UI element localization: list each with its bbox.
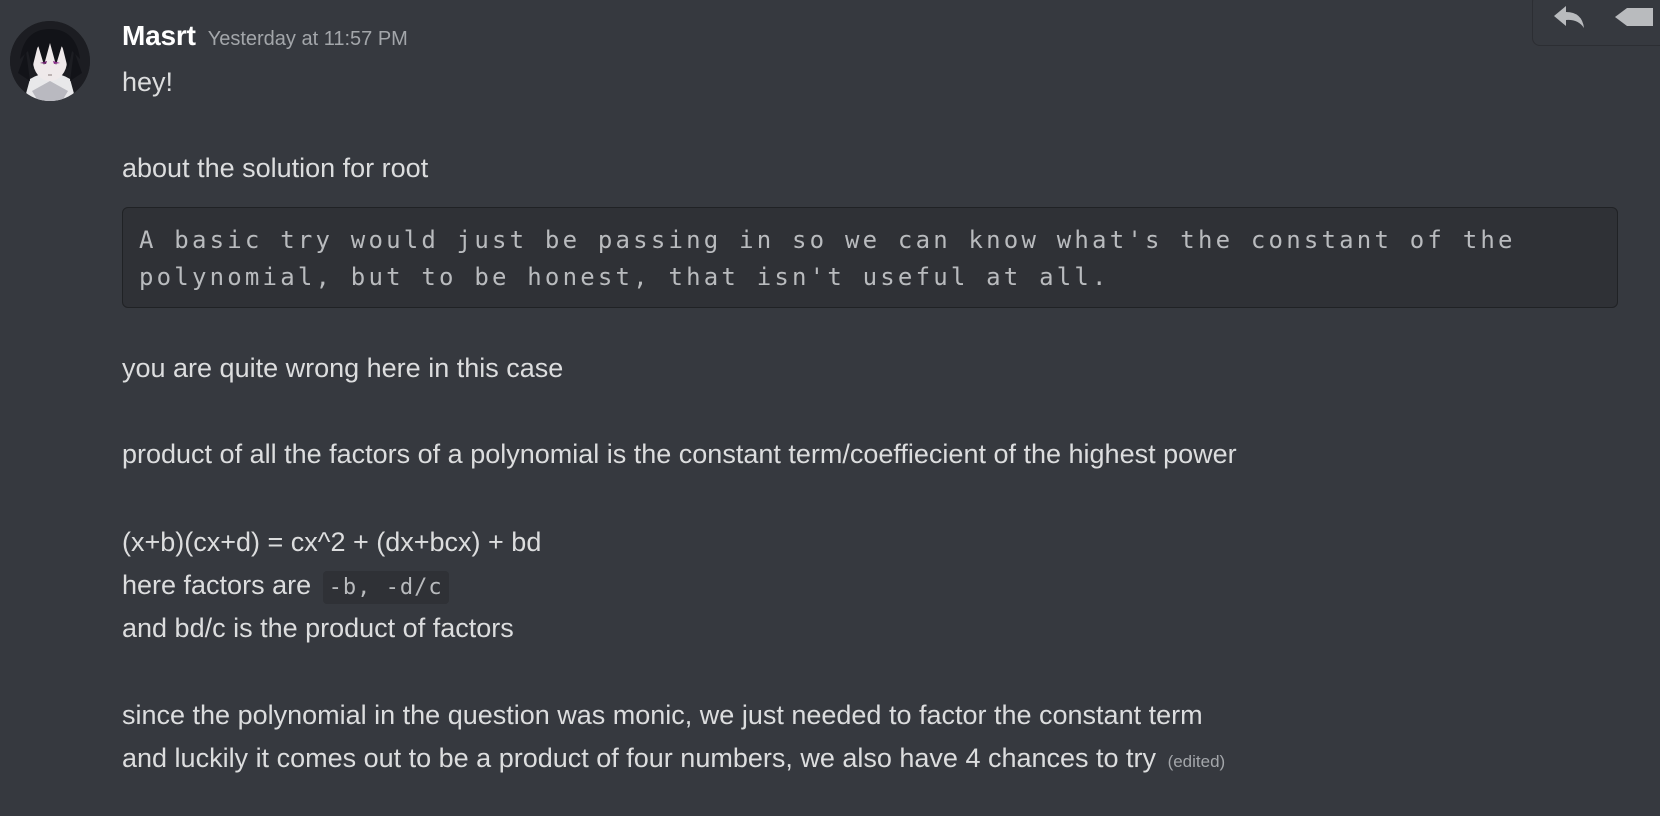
edited-label[interactable]: (edited) — [1168, 752, 1226, 771]
username[interactable]: Masrt — [122, 20, 196, 52]
avatar-image — [10, 21, 90, 101]
user-avatar[interactable] — [10, 21, 90, 101]
message-line: you are quite wrong here in this case — [122, 353, 564, 383]
message-text: here factors are — [122, 570, 312, 600]
message-line-with-code: here factors are -b, -d/c — [122, 563, 449, 607]
message-actions-toolbar — [1532, 0, 1660, 46]
chat-message: Masrt Yesterday at 11:57 PM hey! about t… — [0, 0, 1660, 816]
code-line: A basic try would just be passing in so … — [139, 226, 1516, 254]
message-timestamp[interactable]: Yesterday at 11:57 PM — [208, 28, 408, 51]
code-block: A basic try would just be passing in so … — [122, 207, 1618, 308]
message-line: and bd/c is the product of factors — [122, 613, 514, 643]
code-line: polynomial, but to be honest, that isn't… — [139, 263, 1110, 291]
message-header: Masrt Yesterday at 11:57 PM — [122, 20, 408, 60]
message-line: about the solution for root — [122, 153, 429, 183]
inline-code: -b, -d/c — [322, 571, 449, 604]
more-icon — [1615, 8, 1653, 26]
reply-icon — [1554, 6, 1584, 28]
message-line: (x+b)(cx+d) = cx^2 + (dx+bcx) + bd — [122, 527, 542, 557]
message-line: product of all the factors of a polynomi… — [122, 439, 1237, 469]
message-line-last: and luckily it comes out to be a product… — [122, 736, 1225, 780]
message-text: and luckily it comes out to be a product… — [122, 743, 1157, 773]
message-line: since the polynomial in the question was… — [122, 700, 1203, 730]
reply-button[interactable] — [1547, 0, 1591, 37]
message-line: hey! — [122, 67, 174, 97]
more-actions-button[interactable] — [1611, 0, 1655, 37]
